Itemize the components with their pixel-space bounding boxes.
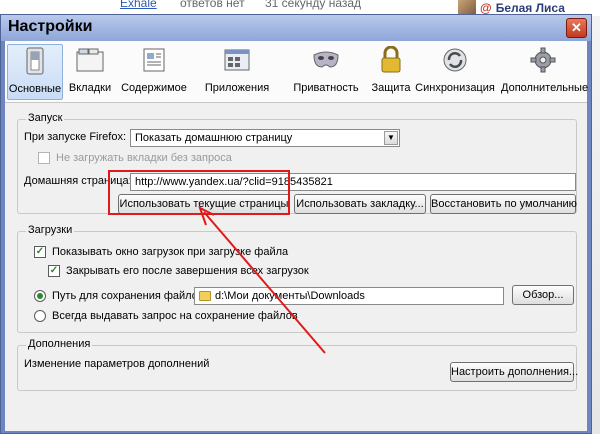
addons-description: Изменение параметров дополнений	[24, 358, 210, 370]
tab-label: Синхронизация	[415, 82, 495, 94]
save-path-radio[interactable]	[34, 290, 46, 302]
tabs-window-icon	[76, 46, 104, 74]
startup-when-label: При запуске Firefox:	[24, 131, 127, 143]
group-label: Дополнения	[26, 338, 93, 350]
user-at-sign: @	[480, 1, 492, 15]
privacy-mask-icon	[312, 46, 340, 74]
startup-select[interactable]: Показать домашнюю страницу ▼	[130, 129, 400, 147]
tab-label: Вкладки	[68, 82, 112, 94]
tab-advanced[interactable]: Дополнительные	[501, 44, 589, 100]
dont-load-tabs-checkbox[interactable]	[38, 152, 50, 164]
group-label: Запуск	[26, 112, 65, 124]
startup-group: Запуск При запуске Firefox: Показать дом…	[17, 112, 577, 214]
show-downloads-checkbox[interactable]: ✓	[34, 246, 46, 258]
title-bar: Настройки ✕	[1, 15, 591, 41]
background-answers: ответов нет	[180, 0, 245, 10]
background-time: 31 секунду назад	[265, 0, 362, 10]
tab-sync[interactable]: Синхронизация	[415, 44, 495, 100]
close-when-done-label: Закрывать его после завершения всех загр…	[66, 265, 309, 277]
browse-button[interactable]: Обзор...	[512, 285, 574, 305]
startup-select-value: Показать домашнюю страницу	[135, 132, 293, 144]
configure-addons-button[interactable]: Настроить дополнения...	[450, 362, 578, 382]
annotation-highlight-box	[108, 170, 290, 215]
show-downloads-label: Показывать окно загрузок при загрузке фа…	[52, 246, 289, 258]
close-icon: ✕	[571, 20, 582, 35]
user-name[interactable]: Белая Лиса	[496, 1, 565, 15]
addons-group: Дополнения Изменение параметров дополнен…	[17, 338, 578, 391]
tab-label: Дополнительные	[501, 82, 589, 94]
tab-label: Содержимое	[121, 82, 187, 94]
restore-default-button[interactable]: Восстановить по умолчанию	[430, 194, 577, 214]
dont-load-tabs-label: Не загружать вкладки без запроса	[56, 152, 232, 164]
group-label: Загрузки	[26, 224, 75, 236]
always-ask-label: Всегда выдавать запрос на сохранение фай…	[52, 310, 298, 322]
security-lock-icon	[377, 46, 405, 74]
background-right-edge	[591, 16, 600, 434]
sync-icon	[441, 46, 469, 74]
general-switch-icon	[21, 47, 49, 75]
applications-icon	[223, 46, 251, 74]
window-client-area: Основные Вкладки Содержимое Приложения П…	[5, 41, 589, 431]
close-button[interactable]: ✕	[566, 18, 587, 38]
use-bookmark-button[interactable]: Использовать закладку...	[294, 194, 426, 214]
tab-security[interactable]: Защита	[361, 44, 421, 100]
tab-applications[interactable]: Приложения	[193, 44, 281, 100]
tab-label: Основные	[8, 83, 62, 95]
advanced-gear-icon	[529, 46, 557, 74]
preferences-toolbar: Основные Вкладки Содержимое Приложения П…	[5, 41, 589, 103]
content-document-icon	[140, 46, 168, 74]
tab-label: Приватность	[293, 82, 359, 94]
tab-privacy[interactable]: Приватность	[285, 44, 367, 100]
always-ask-radio[interactable]	[34, 310, 46, 322]
tab-general[interactable]: Основные	[7, 44, 63, 100]
tab-label: Приложения	[204, 82, 270, 94]
close-when-done-checkbox[interactable]: ✓	[48, 265, 60, 277]
save-path-field[interactable]: d:\Мои документы\Downloads	[194, 287, 504, 305]
downloads-group: Загрузки ✓ Показывать окно загрузок при …	[17, 224, 577, 333]
tab-label: Защита	[371, 82, 411, 94]
chevron-down-icon[interactable]: ▼	[384, 131, 398, 145]
tab-tabs[interactable]: Вкладки	[65, 44, 115, 100]
preferences-window: Настройки ✕ Основные Вкладки Содержимое …	[0, 14, 592, 434]
window-title: Настройки	[8, 18, 93, 35]
save-path-label: Путь для сохранения файлов	[52, 290, 204, 302]
tab-content[interactable]: Содержимое	[117, 44, 191, 100]
folder-icon	[199, 291, 211, 301]
background-link[interactable]: Exhale	[120, 0, 157, 10]
save-path-value: d:\Мои документы\Downloads	[215, 290, 365, 302]
